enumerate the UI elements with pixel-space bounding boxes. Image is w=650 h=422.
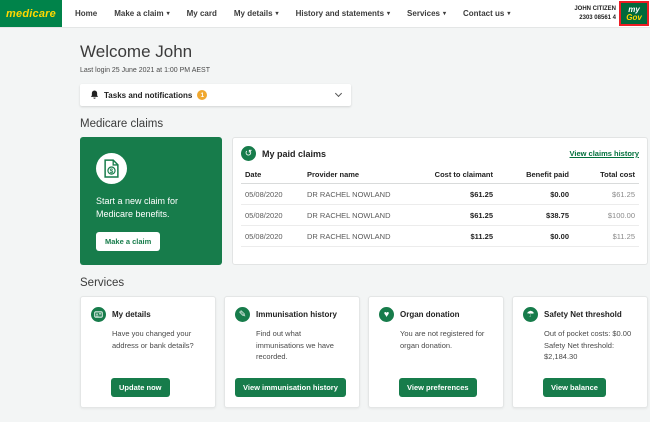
user-identity: JOHN CITIZEN 2303 08561 4 [574, 5, 616, 21]
tasks-notifications-accordion[interactable]: Tasks and notifications 1 [80, 84, 351, 106]
organ-donation-card: ♥ Organ donation You are not registered … [368, 296, 504, 408]
make-a-claim-button[interactable]: Make a claim [96, 232, 161, 252]
view-preferences-button[interactable]: View preferences [399, 378, 477, 397]
mygov-logo-highlighted[interactable]: my Gov [619, 1, 649, 26]
svg-text:$: $ [110, 168, 114, 175]
chevron-down-icon: ▾ [507, 10, 511, 17]
column-header-provider: Provider name [303, 166, 405, 184]
paid-claims-table: Date Provider name Cost to claimant Bene… [241, 166, 639, 247]
safety-net-threshold-card: ☂ Safety Net threshold Out of pocket cos… [512, 296, 648, 408]
claim-document-icon: $ [96, 153, 127, 184]
card-title: Immunisation history [256, 310, 337, 319]
page-title: Welcome John [80, 42, 193, 61]
paid-claims-header: ↺ My paid claims View claims history [241, 146, 639, 161]
tasks-label: Tasks and notifications [104, 90, 193, 100]
column-header-cost: Cost to claimant [405, 166, 497, 184]
nav-links: Home Make a claim ▾ My card My details ▾ H… [75, 0, 510, 27]
nav-item-history-and-statements[interactable]: History and statements ▾ [296, 9, 390, 18]
nav-item-contact-us[interactable]: Contact us ▾ [463, 9, 510, 18]
start-new-claim-card: $ Start a new claim for Medicare benefit… [80, 137, 222, 265]
top-navigation: medicare Home Make a claim ▾ My card My d… [0, 0, 650, 28]
immunisation-history-card: ✎ Immunisation history Find out what imm… [224, 296, 360, 408]
view-claims-history-link[interactable]: View claims history [570, 149, 639, 158]
view-immunisation-history-button[interactable]: View immunisation history [235, 378, 346, 397]
user-name: JOHN CITIZEN [574, 6, 616, 13]
last-login-text: Last login 25 June 2021 at 1:00 PM AEST [80, 67, 210, 74]
card-body: Find out what immunisations we have reco… [256, 329, 334, 362]
nav-item-home[interactable]: Home [75, 9, 97, 18]
notification-badge: 1 [197, 90, 208, 100]
page-content: Welcome John Last login 25 June 2021 at … [0, 42, 650, 408]
nav-item-services[interactable]: Services ▾ [407, 9, 446, 18]
table-header-row: Date Provider name Cost to claimant Bene… [241, 166, 639, 184]
medicare-logo[interactable]: medicare [0, 0, 62, 27]
my-paid-claims-panel: ↺ My paid claims View claims history Dat… [232, 137, 648, 265]
user-number: 2303 08561 4 [579, 14, 616, 21]
nav-user-area: JOHN CITIZEN 2303 08561 4 my Gov [574, 0, 650, 27]
nav-item-my-details[interactable]: My details ▾ [234, 9, 279, 18]
chevron-down-icon: ▾ [166, 10, 170, 17]
table-row: 05/08/2020 DR RACHEL NOWLAND $61.25 $0.0… [241, 183, 639, 205]
update-now-button[interactable]: Update now [111, 378, 170, 397]
card-title: My details [112, 310, 151, 319]
column-header-total: Total cost [573, 166, 639, 184]
card-body: You are not registered for organ donatio… [400, 329, 485, 350]
history-icon: ↺ [241, 146, 256, 161]
umbrella-icon: ☂ [523, 307, 538, 322]
paid-claims-title: My paid claims [262, 148, 327, 159]
column-header-benefit: Benefit paid [497, 166, 573, 184]
claims-row: $ Start a new claim for Medicare benefit… [80, 137, 648, 265]
chevron-down-icon: ▾ [442, 10, 446, 17]
card-body: Have you changed your address or bank de… [112, 329, 194, 350]
my-details-card: My details Have you changed your address… [80, 296, 216, 408]
view-balance-button[interactable]: View balance [543, 378, 606, 397]
card-title: Safety Net threshold [544, 310, 622, 319]
table-row: 05/08/2020 DR RACHEL NOWLAND $61.25 $38.… [241, 204, 639, 226]
chevron-down-icon[interactable] [334, 89, 343, 98]
nav-item-my-card[interactable]: My card [187, 9, 217, 18]
bell-icon [90, 90, 99, 99]
heart-icon: ♥ [379, 307, 394, 322]
syringe-icon: ✎ [235, 307, 250, 322]
services-heading: Services [80, 277, 125, 289]
chevron-down-icon: ▾ [275, 10, 279, 17]
id-card-icon [91, 307, 106, 322]
card-title: Organ donation [400, 310, 460, 319]
start-claim-text: Start a new claim for Medicare benefits. [96, 196, 179, 220]
chevron-down-icon: ▾ [387, 10, 391, 17]
table-row: 05/08/2020 DR RACHEL NOWLAND $11.25 $0.0… [241, 225, 639, 247]
services-grid: My details Have you changed your address… [80, 296, 648, 408]
card-body: Out of pocket costs: $0.00 Safety Net th… [544, 329, 632, 362]
nav-item-make-a-claim[interactable]: Make a claim ▾ [114, 9, 169, 18]
column-header-date: Date [241, 166, 303, 184]
medicare-claims-heading: Medicare claims [80, 118, 164, 130]
